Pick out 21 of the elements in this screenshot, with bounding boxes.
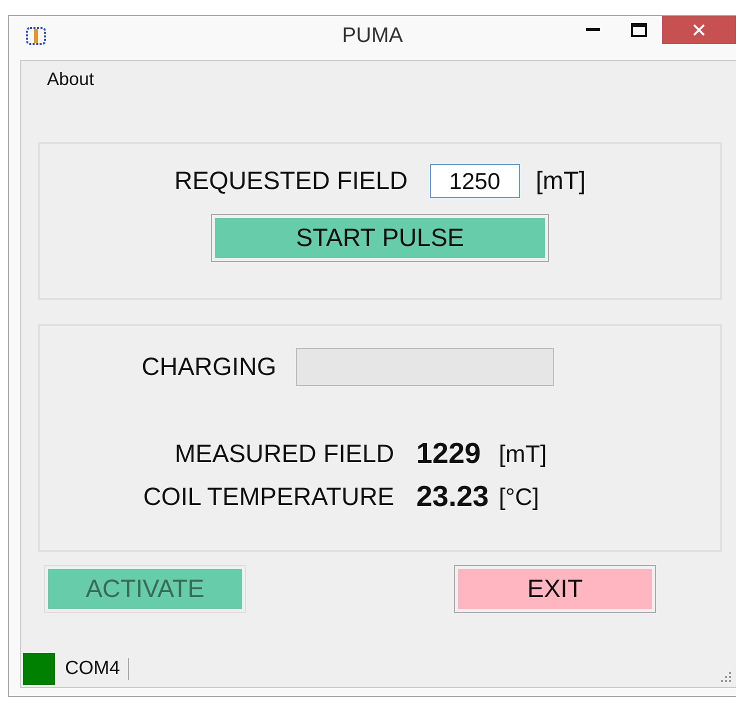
reading-value: 23.23: [416, 481, 489, 514]
maximize-icon: [631, 23, 647, 37]
requested-field-input[interactable]: 1250: [430, 164, 520, 198]
close-icon: [692, 23, 706, 37]
requested-field-label: REQUESTED FIELD: [174, 166, 408, 196]
exit-button[interactable]: EXIT: [454, 565, 656, 613]
unit-label: [mT]: [536, 166, 586, 196]
window-title: PUMA: [342, 24, 403, 48]
app-icon: [25, 25, 47, 47]
reading-label: MEASURED FIELD: [174, 440, 394, 469]
charging-label: CHARGING: [142, 352, 276, 382]
menu-item[interactable]: About: [39, 69, 102, 97]
reading-value: 1229: [416, 438, 482, 471]
reading-label: COIL TEMPERATURE: [143, 483, 394, 512]
minimize-icon: [586, 28, 600, 32]
close-button[interactable]: [662, 16, 736, 44]
start-pulse-button[interactable]: START PULSE: [211, 214, 549, 262]
port-label: COM4: [55, 658, 129, 680]
unit-label: [°C]: [498, 484, 540, 512]
unit-label: [mT]: [498, 440, 547, 468]
resize-grip-icon[interactable]: [718, 670, 732, 684]
